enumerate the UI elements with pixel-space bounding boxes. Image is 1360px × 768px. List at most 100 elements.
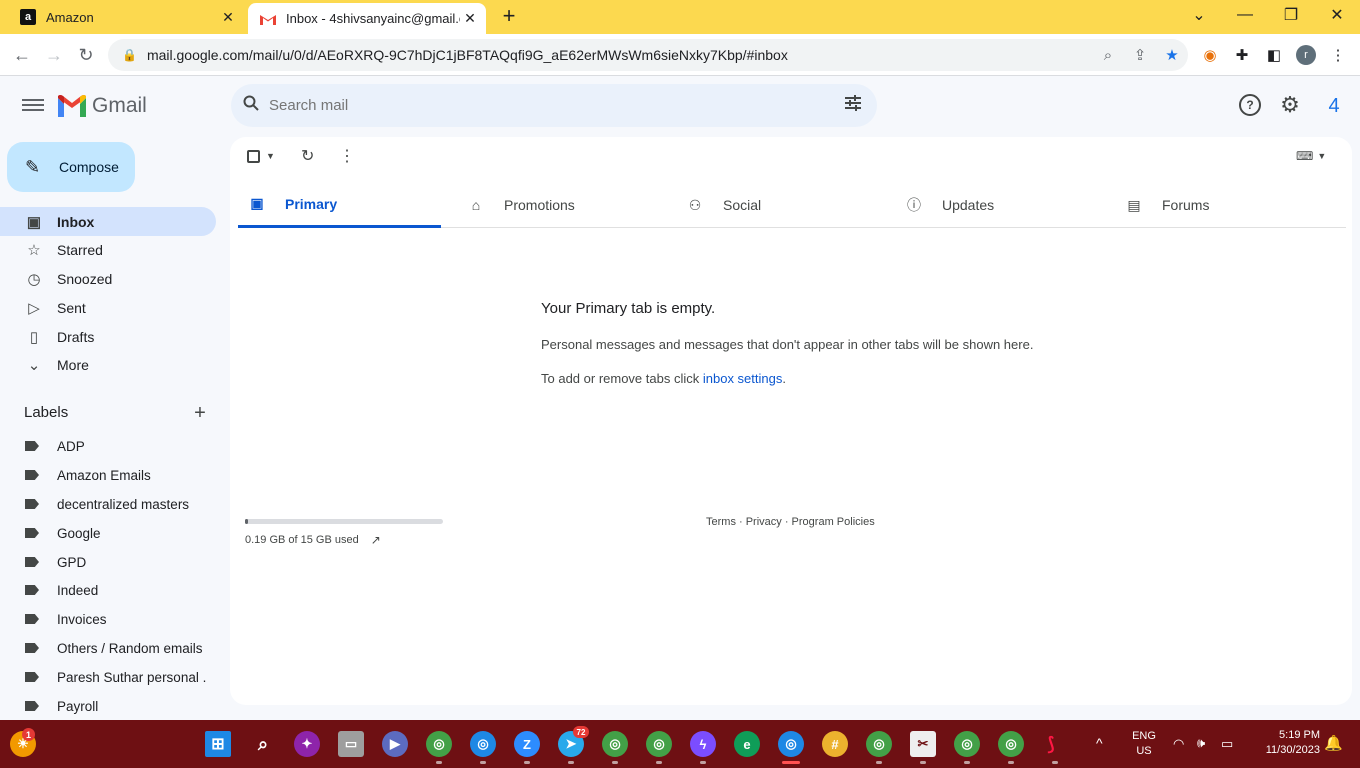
main-menu-icon[interactable]	[22, 96, 44, 116]
label-item[interactable]: Payroll	[0, 692, 216, 720]
back-arrow-icon[interactable]: ←	[10, 43, 34, 67]
teams-meet-icon[interactable]: ▶	[382, 731, 408, 757]
chrome-icon[interactable]: ◎	[470, 731, 496, 757]
sidebar-item-drafts[interactable]: ▯ Drafts	[0, 322, 216, 351]
language-indicator[interactable]: ENG US	[1128, 730, 1160, 757]
zoom-app-icon[interactable]: Z	[514, 731, 540, 757]
close-icon[interactable]: ✕	[218, 9, 238, 26]
gmail-logo[interactable]: Gmail	[58, 94, 147, 118]
more-options-icon[interactable]: ⋮	[339, 147, 355, 165]
sidebar-item-more[interactable]: ⌄ More	[0, 350, 216, 379]
tab-label: Forums	[1162, 197, 1210, 213]
battery-icon[interactable]: ▭	[1221, 736, 1233, 752]
chrome-icon[interactable]: ◎	[602, 731, 628, 757]
clock[interactable]: 5:19 PM 11/30/2023	[1252, 729, 1320, 756]
wifi-icon[interactable]: ◠	[1173, 736, 1184, 752]
settings-gear-icon[interactable]: ⚙	[1279, 92, 1301, 117]
chevron-down-icon: ⌄	[27, 356, 41, 374]
sidebar-item-starred[interactable]: ☆ Starred	[0, 235, 216, 264]
windows-start-icon[interactable]: ⊞	[205, 731, 231, 757]
copilot-icon[interactable]: ✦	[294, 731, 320, 757]
chrome-icon[interactable]: ◎	[778, 731, 804, 757]
search-taskbar-icon[interactable]: ⌕	[250, 731, 276, 757]
profile-avatar[interactable]: r	[1296, 45, 1316, 65]
puzzle-extensions-icon[interactable]: ✚	[1232, 45, 1252, 65]
chrome-icon[interactable]: ◎	[426, 731, 452, 757]
side-panel-icon[interactable]: ◧	[1264, 45, 1284, 65]
windows-taskbar: ☀ 1 ⊞ ⌕ ✦ ▭ ▶ ◎ ◎ Z ➤ 72 ◎ ◎ ϟ e ◎ # ◎ ✂…	[0, 720, 1360, 768]
bookmark-star-icon[interactable]: ★	[1156, 46, 1188, 64]
chrome-icon[interactable]: ◎	[866, 731, 892, 757]
notification-bell-icon[interactable]: 🔔	[1324, 734, 1343, 752]
zoom-icon[interactable]: ⌕	[1092, 47, 1124, 64]
search-icon[interactable]	[243, 95, 263, 116]
sidebar-item-inbox[interactable]: ▣ Inbox	[0, 207, 216, 236]
label-item[interactable]: Amazon Emails	[0, 461, 216, 489]
label-item[interactable]: decentralized masters	[0, 490, 216, 518]
clock-time: 5:19 PM	[1279, 729, 1320, 741]
tab-forums[interactable]: ▤ Forums	[1115, 182, 1318, 228]
label-item[interactable]: Google	[0, 519, 216, 547]
caret-down-icon[interactable]: ▼	[266, 151, 275, 161]
chrome-icon[interactable]: ◎	[998, 731, 1024, 757]
info-icon: ⓘ	[907, 197, 921, 213]
help-icon[interactable]: ?	[1239, 94, 1261, 116]
compose-button[interactable]: ✎ Compose	[7, 142, 135, 192]
label-tag-icon	[25, 585, 39, 595]
sidebar-item-sent[interactable]: ▷ Sent	[0, 293, 216, 322]
inbox-settings-link[interactable]: inbox settings	[703, 371, 783, 386]
chrome-icon[interactable]: ◎	[646, 731, 672, 757]
search-options-icon[interactable]	[829, 95, 877, 116]
task-view-icon[interactable]: ▭	[338, 731, 364, 757]
messenger-icon[interactable]: ϟ	[690, 731, 716, 757]
volume-icon[interactable]: 🕪	[1197, 735, 1205, 751]
account-avatar[interactable]: 4	[1320, 92, 1348, 120]
label-item[interactable]: Invoices	[0, 605, 216, 633]
label-item[interactable]: Others / Random emails	[0, 634, 216, 662]
browser-tab-gmail[interactable]: Inbox - 4shivsanyainc@gmail.co ✕	[248, 3, 486, 34]
lock-icon[interactable]: 🔒	[122, 48, 137, 62]
refresh-icon[interactable]: ↻	[301, 147, 314, 165]
select-all-checkbox[interactable]: ▼	[247, 147, 275, 165]
mcafee-icon[interactable]: ⟆	[1038, 731, 1064, 757]
slack-icon[interactable]: #	[822, 731, 848, 757]
label-item[interactable]: Indeed	[0, 576, 216, 604]
address-bar[interactable]: 🔒 mail.google.com/mail/u/0/d/AEoRXRQ-9C7…	[108, 39, 1188, 71]
forward-arrow-icon[interactable]: →	[42, 43, 66, 67]
edge-icon[interactable]: e	[734, 731, 760, 757]
label-tag-icon	[25, 528, 39, 538]
search-bar[interactable]	[231, 84, 877, 127]
snipping-tool-icon[interactable]: ✂	[910, 731, 936, 757]
label-item[interactable]: Paresh Suthar personal ...	[0, 663, 216, 691]
tab-search-chevron-icon[interactable]: ⌄	[1176, 0, 1222, 30]
tab-primary[interactable]: ▣ Primary	[238, 182, 441, 228]
minimize-button[interactable]: —	[1222, 0, 1268, 30]
chrome-icon[interactable]: ◎	[954, 731, 980, 757]
empty-settings-suffix: .	[782, 371, 786, 386]
show-hidden-icons-chevron-icon[interactable]: ^	[1096, 735, 1103, 751]
clock-date: 11/30/2023	[1265, 744, 1320, 756]
share-icon[interactable]: ⇪	[1124, 46, 1156, 64]
browser-menu-icon[interactable]: ⋮	[1328, 45, 1348, 65]
browser-tab-amazon[interactable]: a Amazon ✕	[8, 0, 244, 34]
label-tag-icon	[25, 701, 39, 711]
label-item[interactable]: ADP	[0, 432, 216, 460]
sidebar-item-snoozed[interactable]: ◷ Snoozed	[0, 264, 216, 293]
sidebar-item-label: Starred	[57, 241, 103, 258]
new-tab-button[interactable]: +	[498, 5, 520, 27]
add-label-icon[interactable]: +	[190, 402, 210, 425]
tab-social[interactable]: ⚇ Social	[676, 182, 879, 228]
input-tools-keyboard-icon[interactable]: ⌨ ▼	[1296, 147, 1326, 165]
footer-links[interactable]: Terms · Privacy · Program Policies	[706, 516, 875, 528]
restore-button[interactable]: ❐	[1268, 0, 1314, 30]
open-external-icon[interactable]: ↗	[371, 533, 381, 547]
label-item[interactable]: GPD	[0, 548, 216, 576]
window-close-button[interactable]: ✕	[1314, 0, 1360, 30]
reload-icon[interactable]: ↻	[74, 43, 98, 67]
extension-icon[interactable]: ◉	[1200, 45, 1220, 65]
tab-updates[interactable]: ⓘ Updates	[895, 182, 1098, 228]
url-text[interactable]: mail.google.com/mail/u/0/d/AEoRXRQ-9C7hD…	[147, 47, 1092, 63]
search-input[interactable]	[269, 97, 829, 114]
tab-promotions[interactable]: ⌂ Promotions	[457, 182, 660, 228]
close-icon[interactable]: ✕	[460, 10, 480, 27]
